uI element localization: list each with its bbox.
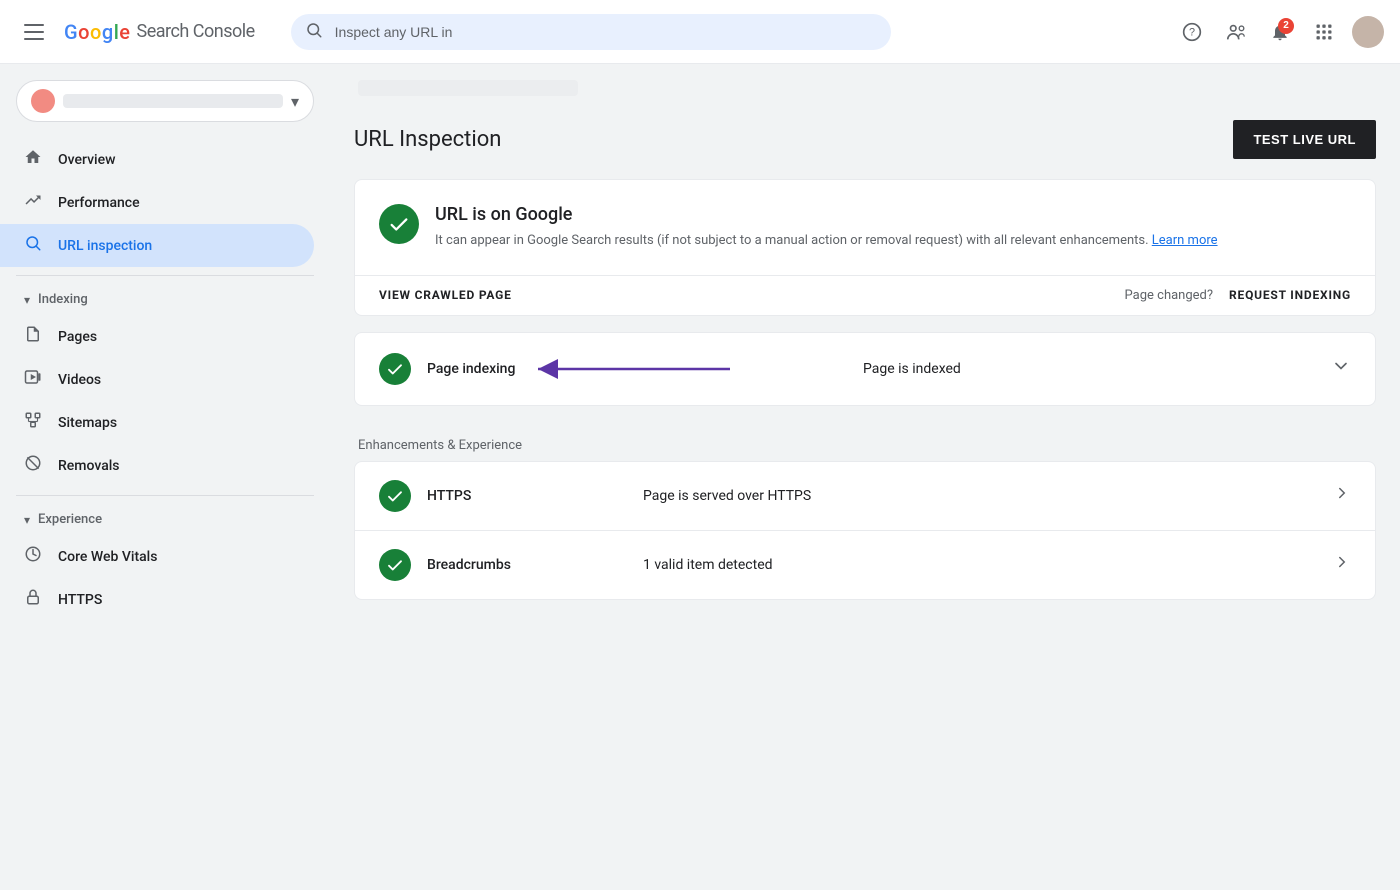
- sidebar-item-performance[interactable]: Performance: [0, 181, 314, 224]
- status-info: URL is on Google It can appear in Google…: [435, 204, 1218, 251]
- sitemaps-icon: [24, 411, 42, 434]
- url-inspection-icon: [24, 234, 42, 257]
- avatar[interactable]: [1352, 16, 1384, 48]
- property-name-text: [63, 94, 283, 108]
- sidebar-item-removals[interactable]: Removals: [0, 444, 314, 487]
- indexing-section: ▾ Indexing Pages: [0, 284, 330, 487]
- sidebar-item-pages[interactable]: Pages: [0, 315, 314, 358]
- https-chevron-icon: [1333, 484, 1351, 507]
- sidebar-item-overview[interactable]: Overview: [0, 138, 314, 181]
- removals-icon: [24, 454, 42, 477]
- learn-more-link[interactable]: Learn more: [1152, 233, 1218, 248]
- url-status-card: URL is on Google It can appear in Google…: [354, 179, 1376, 316]
- sidebar-divider-2: [16, 495, 314, 496]
- experience-section-label: Experience: [38, 512, 102, 527]
- status-card-top: URL is on Google It can appear in Google…: [355, 180, 1375, 275]
- search-icon: [305, 21, 323, 43]
- performance-icon: [24, 191, 42, 214]
- experience-section: ▾ Experience Core Web Vitals: [0, 504, 330, 621]
- topbar-actions: ? 2: [1172, 12, 1384, 52]
- sidebar-item-core-web-vitals[interactable]: Core Web Vitals: [0, 535, 314, 578]
- home-icon: [24, 148, 42, 171]
- experience-chevron-icon: ▾: [24, 513, 30, 527]
- google-logo: Google Search Console: [64, 20, 255, 44]
- page-changed-label: Page changed?: [1125, 288, 1214, 303]
- breadcrumbs-status: 1 valid item detected: [643, 557, 1317, 573]
- topbar: Google Search Console ?: [0, 0, 1400, 64]
- status-description: It can appear in Google Search results (…: [435, 231, 1218, 251]
- sidebar-label-https: HTTPS: [58, 592, 102, 608]
- main-content: URL Inspection TEST LIVE URL URL is on G…: [330, 64, 1400, 890]
- page-indexing-row[interactable]: Page indexing Page is indexed: [355, 333, 1375, 405]
- experience-section-header[interactable]: ▾ Experience: [0, 504, 330, 535]
- videos-icon: [24, 368, 42, 391]
- search-bar: [291, 14, 891, 50]
- status-title: URL is on Google: [435, 204, 1218, 225]
- sidebar-label-core-web-vitals: Core Web Vitals: [58, 549, 157, 565]
- sidebar-label-url-inspection: URL inspection: [58, 238, 152, 254]
- indexing-section-label: Indexing: [38, 292, 88, 307]
- sidebar-item-videos[interactable]: Videos: [0, 358, 314, 401]
- search-input[interactable]: [291, 14, 891, 50]
- page-changed-area: Page changed? REQUEST INDEXING: [1125, 288, 1351, 303]
- expand-chevron-icon[interactable]: [1331, 356, 1351, 381]
- status-card-actions: VIEW CRAWLED PAGE Page changed? REQUEST …: [355, 275, 1375, 315]
- indexing-chevron-icon: ▾: [24, 293, 30, 307]
- notifications-button[interactable]: 2: [1260, 12, 1300, 52]
- https-label: HTTPS: [427, 488, 627, 504]
- indexing-section-header[interactable]: ▾ Indexing: [0, 284, 330, 315]
- page-indexing-label: Page indexing: [427, 361, 627, 377]
- property-dot: [31, 89, 55, 113]
- enhancement-row-https[interactable]: HTTPS Page is served over HTTPS: [355, 462, 1375, 531]
- apps-button[interactable]: [1304, 12, 1344, 52]
- https-nav-icon: [24, 588, 42, 611]
- https-check-icon: [379, 480, 411, 512]
- enhancement-row-breadcrumbs[interactable]: Breadcrumbs 1 valid item detected: [355, 531, 1375, 599]
- menu-icon[interactable]: [16, 16, 52, 48]
- main-url-display: [358, 80, 578, 96]
- breadcrumbs-check-icon: [379, 549, 411, 581]
- breadcrumbs-label: Breadcrumbs: [427, 557, 627, 573]
- breadcrumbs-chevron-icon: [1333, 553, 1351, 576]
- request-indexing-link[interactable]: REQUEST INDEXING: [1229, 288, 1351, 302]
- view-crawled-page-link[interactable]: VIEW CRAWLED PAGE: [379, 288, 512, 302]
- svg-text:?: ?: [1189, 26, 1195, 38]
- page-indexing-check-icon: [379, 353, 411, 385]
- sidebar-divider-1: [16, 275, 314, 276]
- account-management-button[interactable]: [1216, 12, 1256, 52]
- test-live-url-button[interactable]: TEST LIVE URL: [1233, 120, 1376, 159]
- page-title: URL Inspection: [354, 127, 501, 152]
- app-body: ▾ Overview Performance: [0, 64, 1400, 890]
- property-selector[interactable]: ▾: [16, 80, 314, 122]
- page-indexing-status: Page is indexed: [863, 361, 1315, 377]
- enhancements-header: Enhancements & Experience: [354, 422, 1376, 461]
- help-button[interactable]: ?: [1172, 12, 1212, 52]
- sidebar-label-pages: Pages: [58, 329, 97, 345]
- sidebar-label-overview: Overview: [58, 152, 115, 168]
- sidebar-label-performance: Performance: [58, 195, 140, 211]
- page-indexing-card: Page indexing Page is indexed: [354, 332, 1376, 406]
- sidebar: ▾ Overview Performance: [0, 64, 330, 890]
- sidebar-item-sitemaps[interactable]: Sitemaps: [0, 401, 314, 444]
- main-url-bar: [354, 64, 1376, 112]
- sidebar-label-videos: Videos: [58, 372, 101, 388]
- https-status: Page is served over HTTPS: [643, 488, 1317, 504]
- core-web-vitals-icon: [24, 545, 42, 568]
- pages-icon: [24, 325, 42, 348]
- sidebar-item-url-inspection[interactable]: URL inspection: [0, 224, 314, 267]
- property-dropdown-icon: ▾: [291, 92, 299, 111]
- sidebar-label-sitemaps: Sitemaps: [58, 415, 117, 431]
- status-check-icon: [379, 204, 419, 244]
- enhancements-card: HTTPS Page is served over HTTPS Breadcru…: [354, 461, 1376, 600]
- notification-badge: 2: [1278, 18, 1294, 34]
- main-header: URL Inspection TEST LIVE URL: [354, 120, 1376, 159]
- sidebar-item-https[interactable]: HTTPS: [0, 578, 314, 621]
- sidebar-label-removals: Removals: [58, 458, 120, 474]
